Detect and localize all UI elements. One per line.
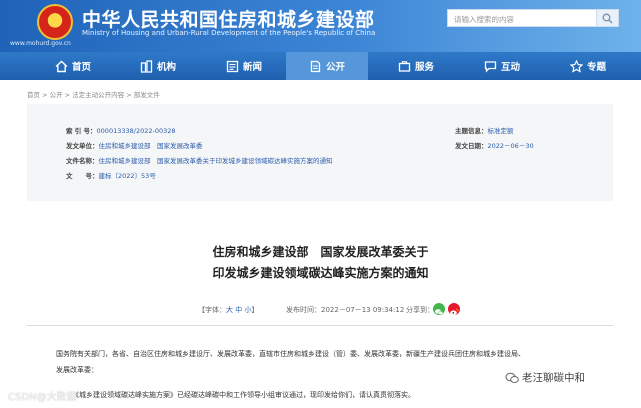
meta-doc-number: 文 号：建标〔2022〕53号 — [66, 170, 156, 180]
meta-issuer: 发文单位：住房和城乡建设部 国家发展改革委 — [66, 140, 203, 150]
article-title-line-1: 住房和城乡建设部 国家发展改革委关于 — [212, 245, 429, 259]
watermark-text: 老汪聊碳中和 — [522, 372, 585, 384]
wechat-account-watermark: 老汪聊碳中和 — [505, 370, 585, 385]
body-paragraph-line-1: 国务院有关部门，各省、自治区住房和城乡建设厅、发展改革委，直辖市住房和城乡建设（… — [56, 350, 525, 358]
search-button[interactable] — [597, 9, 619, 27]
topic-icon — [570, 59, 583, 73]
meta-value: 住房和城乡建设部 国家发展改革委关于印发城乡建设领域碳达峰实施方案的通知 — [98, 157, 333, 165]
article-title-line-2: 印发城乡建设领域碳达峰实施方案的通知 — [212, 266, 429, 280]
meta-value: 建标〔2022〕53号 — [98, 172, 156, 180]
meta-label: 文 号： — [66, 172, 99, 180]
nav-label: 互动 — [501, 62, 521, 73]
meta-value: 2022－06－30 — [487, 142, 534, 150]
nav-item-institution[interactable]: 机构 — [140, 52, 176, 80]
document-metadata-panel: 索 引 号：000013338/2022-00328 发文单位：住房和城乡建设部… — [27, 104, 613, 201]
site-url: www.mohurd.gov.cn — [10, 40, 71, 47]
nav-label: 首页 — [72, 62, 92, 73]
font-size-label: 【字体： — [198, 306, 226, 314]
meta-label: 索 引 号： — [66, 127, 97, 135]
breadcrumb[interactable]: 首页 > 公开 > 法定主动公开内容 > 部发文件 — [27, 89, 160, 99]
meta-value: 住房和城乡建设部 国家发展改革委 — [98, 142, 203, 150]
nav-item-home[interactable]: 首页 — [55, 52, 91, 80]
nav-label: 机构 — [157, 62, 177, 73]
content-divider — [27, 325, 613, 326]
weibo-share-icon[interactable] — [448, 303, 460, 316]
font-size-options[interactable]: 大 中 小 — [226, 306, 251, 314]
font-size-close: 】 — [251, 306, 259, 314]
nav-item-public[interactable]: 公开 — [286, 52, 368, 80]
site-title[interactable]: 中华人民共和国住房和城乡建设部 — [82, 5, 375, 32]
nav-item-topic[interactable]: 专题 — [570, 52, 606, 80]
meta-label: 主题信息： — [455, 127, 488, 135]
nav-label: 公开 — [325, 62, 345, 73]
national-emblem-icon — [37, 4, 73, 40]
body-paragraph-line-3: 《城乡建设领域碳达峰实施方案》已经碳达峰碳中和工作领导小组审议通过，现印发给你们… — [72, 391, 415, 399]
nav-item-news[interactable]: 新闻 — [226, 52, 262, 80]
meta-category: 主题信息：标准定额 — [455, 125, 514, 135]
site-header: 中华人民共和国住房和城乡建设部 Ministry of Housing and … — [0, 0, 641, 52]
search-icon — [602, 13, 613, 24]
meta-date: 发文日期：2022－06－30 — [455, 140, 534, 150]
service-icon — [398, 60, 411, 72]
wechat-share-icon[interactable] — [433, 303, 445, 316]
share-label: 分享到： — [406, 306, 434, 314]
search-input[interactable]: 请输入搜索的内容 — [447, 9, 597, 27]
news-icon — [226, 60, 239, 72]
font-size-control: 【字体：大 中 小】 — [198, 305, 258, 315]
meta-value: 标准定额 — [487, 127, 514, 135]
site-subtitle: Ministry of Housing and Urban-Rural Deve… — [82, 29, 376, 37]
building-icon — [140, 59, 153, 73]
nav-item-interaction[interactable]: 互动 — [484, 52, 520, 80]
nav-item-service[interactable]: 服务 — [398, 52, 434, 80]
meta-value: 000013338/2022-00328 — [96, 127, 176, 135]
main-nav: 首页 机构 新闻 公开 服务 互动 专题 — [0, 52, 641, 80]
chat-icon — [484, 60, 497, 73]
meta-doc-name: 文件名称：住房和城乡建设部 国家发展改革委关于印发城乡建设领域碳达峰实施方案的通… — [66, 155, 333, 165]
nav-label: 专题 — [587, 62, 607, 73]
document-icon — [310, 60, 321, 72]
nav-label: 服务 — [415, 62, 435, 73]
meta-index: 索 引 号：000013338/2022-00328 — [66, 125, 176, 135]
body-paragraph-line-2: 发展改革委： — [56, 366, 98, 374]
nav-label: 新闻 — [243, 62, 263, 73]
csdn-watermark: CSDN@大数据 — [8, 392, 77, 403]
wechat-logo-icon — [505, 372, 519, 383]
home-icon — [55, 60, 68, 72]
meta-label: 文件名称： — [66, 157, 99, 165]
publish-time: 发布时间：2022－07－13 09:34:12 — [286, 306, 405, 314]
meta-label: 发文日期： — [455, 142, 488, 150]
meta-label: 发文单位： — [66, 142, 99, 150]
